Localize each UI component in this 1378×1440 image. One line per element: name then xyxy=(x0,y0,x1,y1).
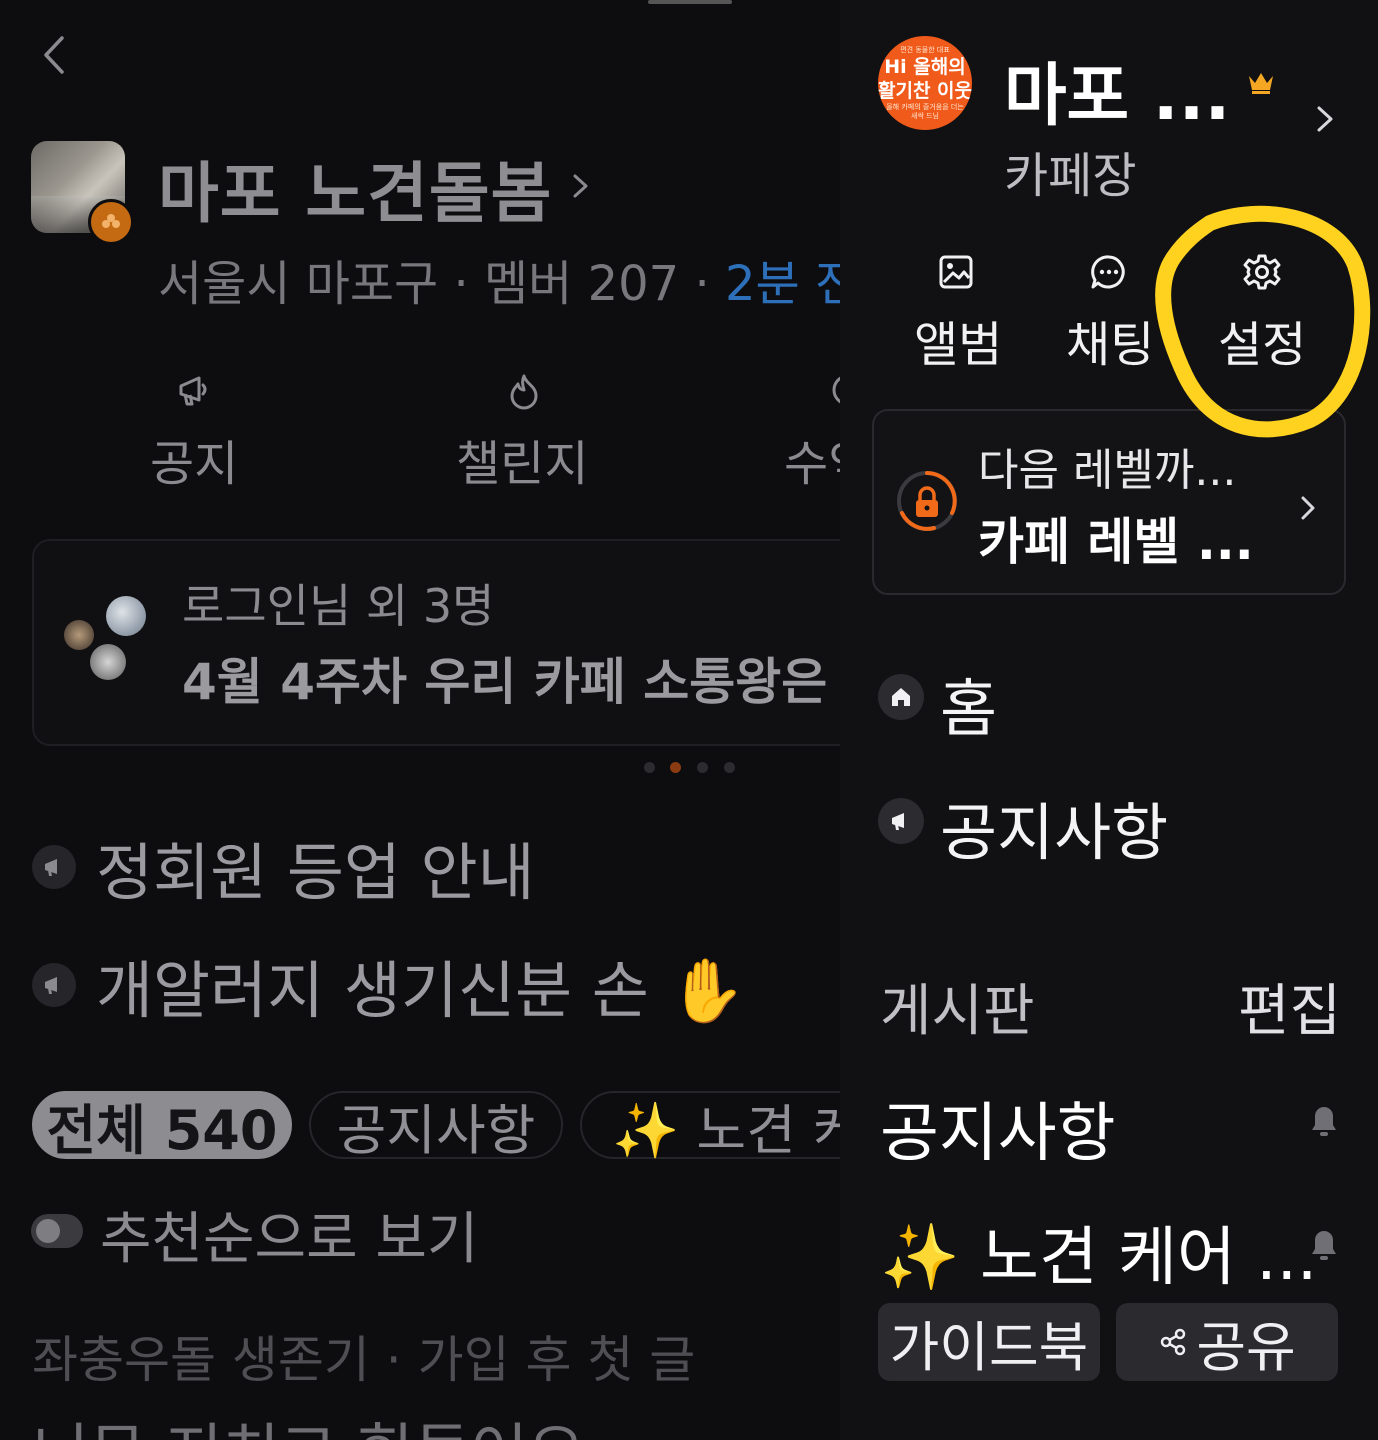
back-arrow-icon[interactable] xyxy=(38,34,70,76)
cafe-main-page: 마포 노견돌봄 서울시 마포구 · 멤버 207 · 2분 전 공지 챌린지 수… xyxy=(0,0,840,1440)
notice-text: 정회원 등업 안내 xyxy=(96,836,535,909)
level-progress-text: 다음 레벨까... xyxy=(978,445,1237,496)
level-title: 카페 레벨 ... xyxy=(978,513,1254,571)
megaphone-icon xyxy=(878,798,924,844)
chevron-right-icon[interactable] xyxy=(1298,492,1318,524)
share-icon xyxy=(1161,1328,1186,1356)
chevron-right-icon[interactable] xyxy=(569,168,593,204)
megaphone-icon xyxy=(32,963,76,1007)
coin-icon[interactable] xyxy=(828,370,840,410)
board-item-senior-dog-care[interactable]: ✨ 노견 케어 ... xyxy=(880,1206,1317,1298)
member-role: 카페장 xyxy=(1004,148,1137,204)
drawer-cafe-name[interactable]: 마포 ... xyxy=(1004,40,1230,139)
lock-progress-icon xyxy=(897,471,957,531)
chat-icon[interactable] xyxy=(1089,252,1129,292)
crown-icon xyxy=(1249,73,1273,94)
toggle-knob xyxy=(36,1219,60,1243)
share-label: 공유 xyxy=(1196,1315,1296,1379)
cafe-location: 서울시 마포구 xyxy=(158,256,439,312)
megaphone-icon[interactable] xyxy=(175,370,215,410)
recommend-sort-toggle[interactable] xyxy=(31,1214,83,1248)
carousel-dot-active xyxy=(670,762,681,773)
notice-item[interactable]: 정회원 등업 안내 xyxy=(32,832,535,909)
megaphone-icon xyxy=(32,845,76,889)
action-album[interactable]: 앨범 xyxy=(914,305,1002,375)
avatar xyxy=(64,620,94,650)
carousel-dot xyxy=(644,762,655,773)
edit-button[interactable]: 편집 xyxy=(1238,966,1341,1047)
logo-caption: 편견 동물한 대표 xyxy=(900,45,950,54)
meta-separator: · xyxy=(679,256,725,312)
avatar xyxy=(90,644,126,680)
quick-menu-notice[interactable]: 공지 xyxy=(150,424,238,494)
banner-title: 4월 4주차 우리 카페 소통왕은 xyxy=(182,653,828,711)
logo-line: 활기찬 이웃 xyxy=(878,79,972,102)
filter-chip-senior-dog-care[interactable]: ✨ 노견 케어 xyxy=(580,1091,840,1162)
notice-text: 개알러지 생기신분 손 ✋ xyxy=(96,954,746,1027)
meta-separator: · xyxy=(438,256,484,312)
notice-item[interactable]: 개알러지 생기신분 손 ✋ xyxy=(32,950,746,1027)
menu-home[interactable]: 홈 xyxy=(940,658,997,748)
album-icon[interactable] xyxy=(936,252,976,292)
bell-icon[interactable] xyxy=(1308,1228,1340,1262)
post-meta: 좌충우돌 생존기 · 가입 후 첫 글 xyxy=(32,1331,696,1389)
cafe-grade-badge-icon xyxy=(88,199,134,245)
banner-subtitle: 로그인님 외 3명 xyxy=(182,579,495,633)
quick-menu-revenue[interactable]: 수익 xyxy=(784,424,840,494)
guidebook-button[interactable]: 가이드북 xyxy=(878,1303,1100,1381)
chevron-right-icon[interactable] xyxy=(1314,100,1336,138)
member-avatars xyxy=(64,596,154,686)
post-title[interactable]: 너무 지치고 힘들어요 xyxy=(32,1402,585,1440)
logo-caption: 올해 카페의 즐거움을 더는 xyxy=(886,102,964,111)
logo-caption: 새싹 드님 xyxy=(911,111,939,120)
guidebook-label: 가이드북 xyxy=(889,1315,1089,1379)
cafe-meta: 서울시 마포구 · 멤버 207 · 2분 전 xyxy=(158,244,840,314)
quick-menu-challenge[interactable]: 챌린지 xyxy=(456,424,588,494)
logo-line: Hi 올해의 xyxy=(884,55,966,78)
filter-chip-all[interactable]: 전체 540 xyxy=(32,1091,292,1162)
share-button[interactable]: 공유 xyxy=(1116,1303,1338,1381)
highlight-annotation xyxy=(1155,205,1371,438)
menu-notice[interactable]: 공지사항 xyxy=(940,782,1168,872)
action-chat[interactable]: 채팅 xyxy=(1066,305,1154,375)
home-icon xyxy=(878,674,924,720)
carousel-indicator xyxy=(644,762,744,774)
last-activity-time: 2분 전 xyxy=(724,256,840,312)
avatar xyxy=(106,596,146,636)
cafe-logo[interactable]: 편견 동물한 대표 Hi 올해의 활기찬 이웃 올해 카페의 즐거움을 더는 새… xyxy=(878,36,972,130)
flame-icon[interactable] xyxy=(504,370,544,410)
filter-chip-notice[interactable]: 공지사항 xyxy=(309,1091,563,1162)
board-section-title: 게시판 xyxy=(880,979,1035,1044)
board-item-notice[interactable]: 공지사항 xyxy=(880,1082,1116,1174)
carousel-dot xyxy=(724,762,735,773)
carousel-dot xyxy=(697,762,708,773)
bell-icon[interactable] xyxy=(1308,1104,1340,1138)
member-count[interactable]: 멤버 207 xyxy=(484,256,679,312)
recommend-sort-label: 추천순으로 보기 xyxy=(100,1207,479,1272)
top-handle xyxy=(648,0,732,4)
cafe-title[interactable]: 마포 노견돌봄 xyxy=(158,140,552,236)
